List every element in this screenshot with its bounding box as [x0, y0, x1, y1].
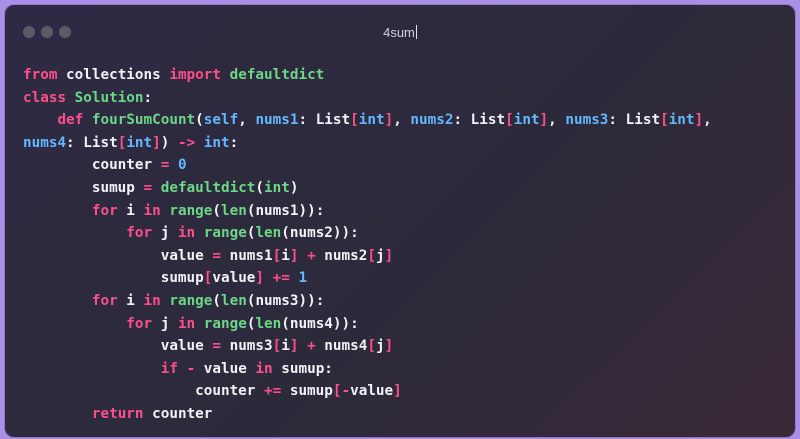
code-window: 4sum from collections import defaultdict… — [5, 5, 795, 437]
code-line: value = nums3[i] + nums4[j] — [23, 338, 394, 355]
title-bar: 4sum — [5, 5, 795, 53]
code-block: from collections import defaultdict clas… — [23, 64, 712, 426]
code-line: def fourSumCount(self, nums1: List[int],… — [57, 112, 712, 129]
text-cursor — [415, 25, 417, 39]
code-line: from collections import defaultdict — [23, 67, 325, 83]
code-line: nums4: List[int]) -> int: — [23, 134, 239, 151]
code-line: for j in range(len(nums4)): — [126, 315, 359, 332]
code-line: for j in range(len(nums2)): — [126, 225, 359, 242]
window-title[interactable]: 4sum — [5, 25, 795, 40]
code-line: sumup = defaultdict(int) — [23, 179, 299, 196]
code-line: class Solution: — [23, 89, 153, 106]
window-title-text[interactable]: 4sum — [383, 25, 415, 40]
code-line: counter = 0 — [23, 157, 187, 174]
code-line: counter += sumup[-value] — [23, 383, 402, 400]
code-line: return counter — [91, 405, 213, 422]
code-line: for i in range(len(nums3)): — [91, 292, 325, 309]
code-line: value = nums1[i] + nums2[j] — [23, 247, 394, 264]
code-line: for i in range(len(nums1)): — [91, 202, 325, 219]
code-line: sumup[value] += 1 — [23, 270, 308, 287]
code-line: if - value in sumup: — [160, 360, 333, 377]
